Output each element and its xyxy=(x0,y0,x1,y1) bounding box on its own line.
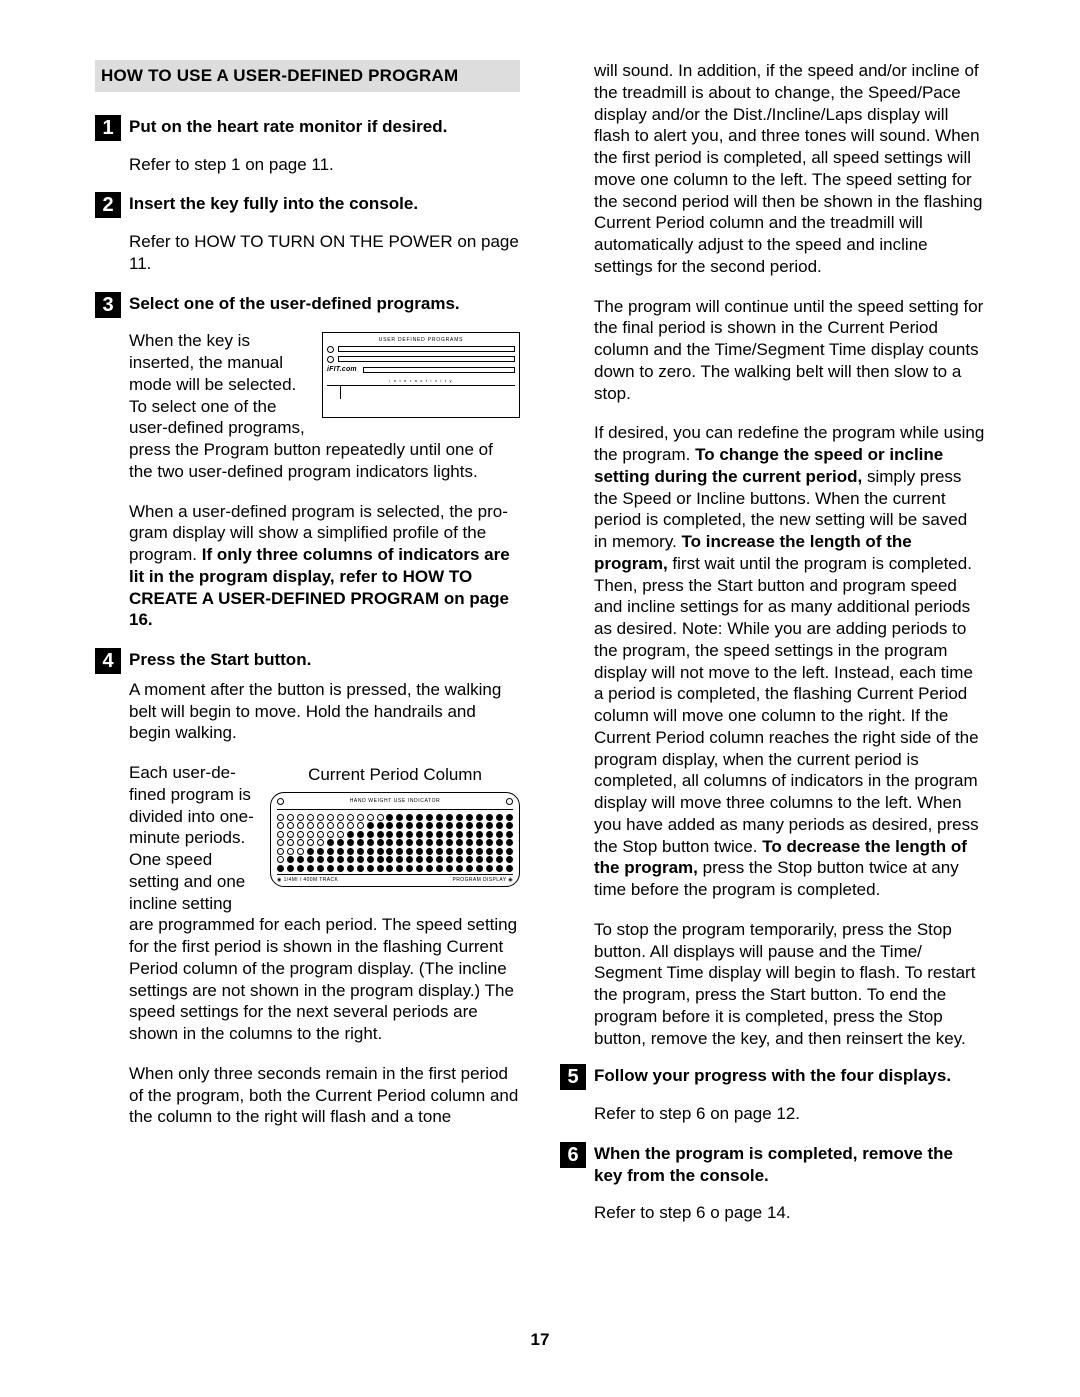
rcol-p1: will sound. In addition, if the speed an… xyxy=(594,60,985,278)
step-4-heading: Press the Start button. xyxy=(95,649,520,671)
ifit-logo: iFIT.com xyxy=(327,366,357,375)
indicator-dot-icon xyxy=(506,798,513,805)
step-number-5: 5 xyxy=(560,1064,586,1090)
step-2: 2 Insert the key fully into the console.… xyxy=(95,193,520,274)
indicator-dot-icon xyxy=(277,798,284,805)
step-number-3: 3 xyxy=(95,292,121,318)
step-4-p1: A moment after the button is pressed, th… xyxy=(129,679,520,744)
user-defined-programs-figure: USER DEFINED PROGRAMS iFIT.com i n t e r… xyxy=(322,332,520,418)
rcol-p4: To stop the program temporarily, press t… xyxy=(594,919,985,1050)
step-2-body: Refer to HOW TO TURN ON THE POWER on pag… xyxy=(129,231,520,275)
indicator-dot-icon xyxy=(327,356,334,363)
step-2-heading: Insert the key fully into the console. xyxy=(95,193,520,215)
two-column-layout: HOW TO USE A USER-DEFINED PROGRAM 1 Put … xyxy=(95,60,985,1242)
step-4-p2: Current Period Column HAND WEIGHT USE IN… xyxy=(129,762,520,1045)
ifit-subtitle: i n t e r a c t i v i t y xyxy=(327,378,515,383)
step-4-p3: When only three seconds remain in the fi… xyxy=(129,1063,520,1128)
step-number-4: 4 xyxy=(95,648,121,674)
step-6-heading: When the program is completed, remove th… xyxy=(560,1143,985,1187)
step-number-2: 2 xyxy=(95,192,121,218)
indicator-dot-icon xyxy=(327,346,334,353)
slot-bar-icon xyxy=(338,346,515,352)
program-display-panel: HAND WEIGHT USE INDICATOR ◉ 1/4MI / 400M… xyxy=(270,792,520,887)
step-5-heading: Follow your progress with the four displ… xyxy=(560,1065,985,1087)
rcol-p3: If desired, you can redefine the program… xyxy=(594,422,985,901)
track-label: ◉ 1/4MI / 400M TRACK xyxy=(277,877,338,883)
step-1-body: Refer to step 1 on page 11. xyxy=(129,154,520,176)
step-3-heading: Select one of the user-defined programs. xyxy=(95,293,520,315)
step-3-p2: When a user-defined program is selected,… xyxy=(129,501,520,632)
step-4: 4 Press the Start button. A moment after… xyxy=(95,649,520,1128)
page-number: 17 xyxy=(0,1329,1080,1351)
led-matrix xyxy=(277,809,513,872)
rcol-p2: The program will continue until the spee… xyxy=(594,296,985,405)
slot-bar-icon xyxy=(363,367,515,373)
section-title: HOW TO USE A USER-DEFINED PROGRAM xyxy=(95,60,520,92)
step-3-p1: USER DEFINED PROGRAMS iFIT.com i n t e r… xyxy=(129,330,520,482)
step-3: 3 Select one of the user-defined program… xyxy=(95,293,520,632)
slot-bar-icon xyxy=(338,356,515,362)
step-1: 1 Put on the heart rate monitor if desir… xyxy=(95,116,520,176)
step-number-1: 1 xyxy=(95,115,121,141)
hand-weight-label: HAND WEIGHT USE INDICATOR xyxy=(287,798,503,804)
step-5-body: Refer to step 6 on page 12. xyxy=(594,1103,985,1125)
figure-caption: Current Period Column xyxy=(270,764,520,786)
figure-baseline xyxy=(327,385,515,399)
right-column: will sound. In addition, if the speed an… xyxy=(560,60,985,1242)
step-1-heading: Put on the heart rate monitor if desired… xyxy=(95,116,520,138)
program-display-label: PROGRAM DISPLAY ◉ xyxy=(453,877,513,883)
step-6: 6 When the program is completed, remove … xyxy=(560,1143,985,1224)
program-display-figure: Current Period Column HAND WEIGHT USE IN… xyxy=(270,764,520,887)
step-6-body: Refer to step 6 o page 14. xyxy=(594,1202,985,1224)
step-number-6: 6 xyxy=(560,1142,586,1168)
step-5: 5 Follow your progress with the four dis… xyxy=(560,1065,985,1125)
step-4-p2-b: ting for the first period is shown in th… xyxy=(129,915,517,1043)
figure-label: USER DEFINED PROGRAMS xyxy=(327,337,515,343)
rcol-p3-e: first wait until the program is complete… xyxy=(594,554,979,856)
left-column: HOW TO USE A USER-DEFINED PROGRAM 1 Put … xyxy=(95,60,520,1242)
